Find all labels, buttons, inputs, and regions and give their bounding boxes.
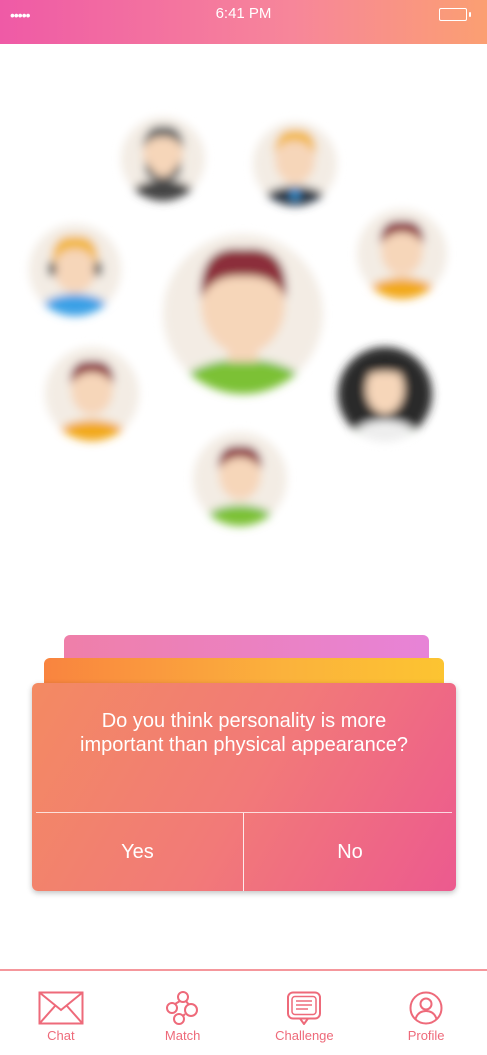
status-bar: ••••• 6:41 PM: [0, 0, 487, 44]
avatar-man-orange-shirt: [357, 209, 447, 299]
question-text: Do you think personality is more importa…: [80, 710, 408, 756]
tab-challenge[interactable]: Challenge: [254, 971, 354, 1055]
bottom-tab-bar: Chat Match Challenge Profile: [0, 969, 487, 1055]
avatar-headset-woman: [29, 224, 121, 316]
tab-match-label: Match: [164, 1028, 201, 1043]
yes-button[interactable]: Yes: [32, 813, 244, 891]
tab-chat[interactable]: Chat: [11, 971, 111, 1055]
avatar-dark-hair-woman: [338, 347, 432, 441]
chat-bubble-icon: [287, 991, 322, 1025]
blurred-avatars-illustration: [0, 44, 487, 604]
status-time: 6:41 PM: [215, 5, 272, 22]
avatar-blond-man-suit: [253, 122, 337, 206]
tab-challenge-label: Challenge: [275, 1028, 334, 1043]
avatar-man-green-shirt: [193, 432, 287, 526]
avatar-center-person: [163, 234, 323, 394]
battery-icon: [439, 8, 471, 21]
tab-match[interactable]: Match: [133, 971, 233, 1055]
profile-icon: [409, 991, 443, 1025]
question-card: Do you think personality is more importa…: [32, 683, 456, 891]
tab-profile[interactable]: Profile: [376, 971, 476, 1055]
avatar-bearded-man: [121, 117, 205, 201]
match-icon: [165, 991, 198, 1025]
envelope-icon: [38, 991, 84, 1025]
tab-profile-label: Profile: [407, 1028, 445, 1043]
tab-chat-label: Chat: [47, 1028, 75, 1043]
avatar-woman-orange-shirt: [45, 347, 139, 441]
no-button[interactable]: No: [244, 813, 456, 891]
